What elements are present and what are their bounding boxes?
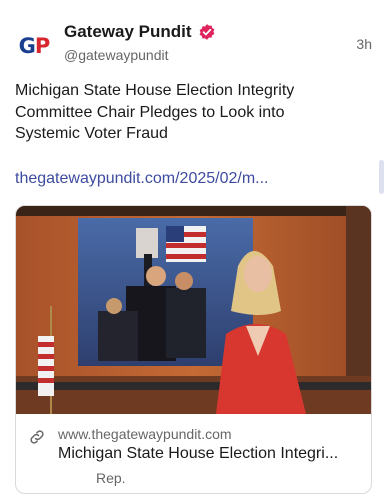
scrollbar-thumb[interactable] xyxy=(379,160,384,194)
verified-badge-icon xyxy=(199,24,214,40)
link-preview-card[interactable]: www.thegatewaypundit.com Michigan State … xyxy=(15,205,372,494)
avatar-logo: GP xyxy=(18,34,51,58)
post-header: Gateway Pundit @gatewaypundit xyxy=(64,22,374,63)
post-link[interactable]: thegatewaypundit.com/2025/02/m... xyxy=(15,170,269,188)
handle[interactable]: @gatewaypundit xyxy=(64,47,374,63)
display-name[interactable]: Gateway Pundit xyxy=(64,22,192,42)
post-text: Michigan State House Election Integrity … xyxy=(15,82,295,142)
card-domain: www.thegatewaypundit.com xyxy=(58,426,232,442)
card-meta: www.thegatewaypundit.com Michigan State … xyxy=(16,414,371,493)
avatar[interactable]: GP xyxy=(14,26,54,66)
timestamp[interactable]: 3h xyxy=(356,36,372,52)
card-image xyxy=(16,206,371,414)
card-description: Rep. xyxy=(96,470,126,486)
link-icon xyxy=(30,430,44,444)
post: GP Gateway Pundit @gatewaypundit 3h Mich… xyxy=(0,0,386,500)
card-title[interactable]: Michigan State House Election Integri... xyxy=(58,445,363,463)
